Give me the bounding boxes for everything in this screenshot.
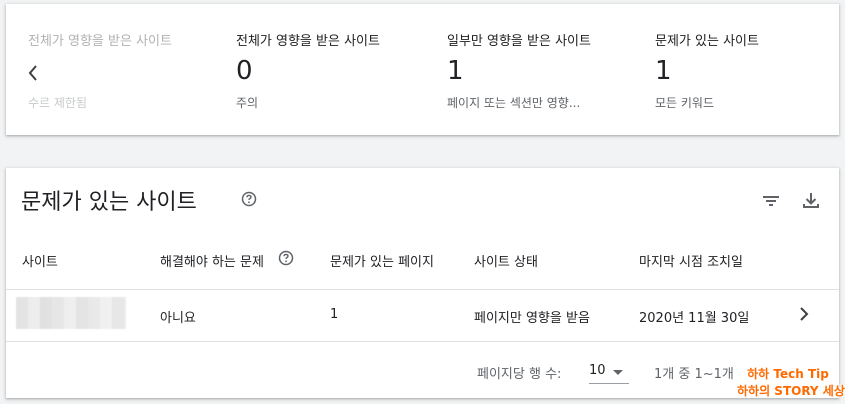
cell-status: 페이지만 영향을 받음 — [474, 311, 590, 326]
row-divider — [6, 341, 839, 342]
carousel-prev-button[interactable] — [22, 58, 44, 88]
stat-value: 1 — [447, 56, 464, 86]
column-header-site[interactable]: 사이트 — [22, 251, 58, 270]
select-underline — [589, 383, 629, 384]
rows-per-page-label: 페이지당 행 수: — [477, 367, 562, 382]
help-circle-icon — [278, 250, 294, 266]
pagination-range: 1개 중 1~1개 — [654, 367, 734, 382]
stat-label: 전체가 영향을 받은 사이트 — [28, 34, 172, 49]
rows-per-page-value: 10 — [589, 363, 606, 378]
column-header-pages[interactable]: 문제가 있는 페이지 — [330, 251, 434, 270]
site-url-blurred — [16, 297, 126, 329]
issues-table-card: 문제가 있는 사이트 사이트 해결해야 하는 문제 문제가 있는 페이지 사이트… — [6, 168, 839, 398]
download-icon — [803, 193, 819, 208]
stat-sub: 모든 키워드 — [655, 96, 715, 110]
column-header-issue[interactable]: 해결해야 하는 문제 — [160, 251, 264, 270]
summary-stat-partial[interactable]: 일부만 영향을 받은 사이트 1 페이지 또는 섹션만 영향... — [447, 4, 647, 135]
summary-stat-issues[interactable]: 문제가 있는 사이트 1 모든 키워드 — [655, 4, 835, 135]
header-divider — [6, 289, 839, 290]
stat-sub: 주의 — [236, 96, 259, 110]
cell-pages: 1 — [330, 307, 339, 322]
stat-value: 1 — [655, 56, 672, 86]
stat-sub: 수르 제한됨 — [28, 96, 88, 110]
summary-card: 전체가 영향을 받은 사이트 수르 제한됨 전체가 영향을 받은 사이트 0 주… — [6, 4, 839, 135]
summary-stat-restricted: 전체가 영향을 받은 사이트 수르 제한됨 — [28, 4, 228, 135]
cell-date: 2020년 11월 30일 — [639, 311, 750, 326]
stat-value: 0 — [236, 56, 253, 86]
row-open-button[interactable] — [794, 304, 814, 324]
stat-label: 전체가 영향을 받은 사이트 — [236, 34, 380, 49]
column-header-date[interactable]: 마지막 시점 조치일 — [639, 251, 743, 270]
watermark-line1: 하하 Tech Tip — [747, 367, 829, 381]
watermark-line2: 하하의 STORY 세상 — [737, 384, 845, 398]
column-header-status[interactable]: 사이트 상태 — [474, 251, 538, 270]
title-help-button[interactable] — [241, 191, 257, 207]
dropdown-caret-icon — [613, 370, 623, 375]
stat-label: 문제가 있는 사이트 — [655, 34, 759, 49]
watermark-logo: 하하 Tech Tip 하하의 STORY 세상 — [737, 366, 845, 400]
chevron-right-icon — [800, 307, 809, 321]
column-help-button[interactable] — [278, 250, 294, 266]
download-button[interactable] — [800, 189, 822, 211]
stat-label: 일부만 영향을 받은 사이트 — [447, 34, 591, 49]
table-title: 문제가 있는 사이트 — [21, 190, 197, 215]
filter-button[interactable] — [760, 190, 782, 212]
summary-stat-affected[interactable]: 전체가 영향을 받은 사이트 0 주의 — [236, 4, 436, 135]
stat-sub: 페이지 또는 섹션만 영향... — [447, 96, 581, 110]
cell-issue: 아니요 — [160, 311, 196, 326]
rows-per-page-select[interactable]: 10 — [589, 361, 631, 385]
help-circle-icon — [241, 191, 257, 207]
chevron-left-icon — [28, 65, 37, 81]
filter-icon — [763, 196, 779, 206]
